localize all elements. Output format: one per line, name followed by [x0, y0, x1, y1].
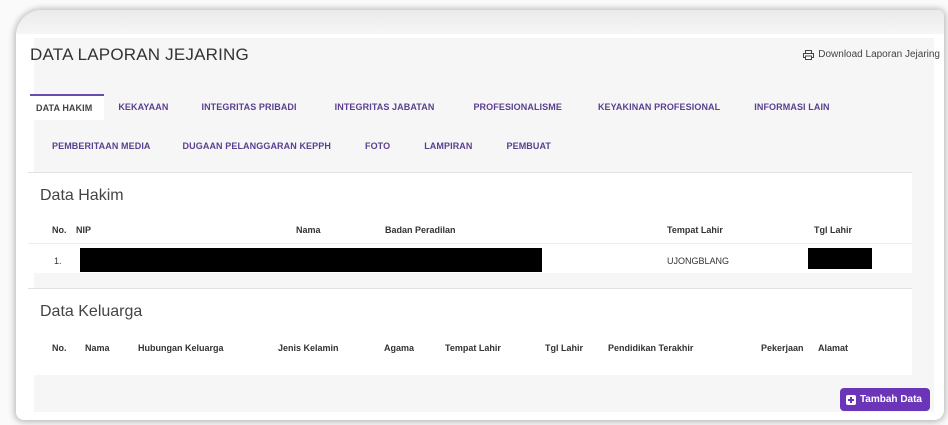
- table-row: 1. UJONGBLANG: [28, 243, 912, 274]
- tab-integritas-pribadi[interactable]: INTEGRITAS PRIBADI: [201, 102, 296, 112]
- add-data-label: Tambah Data: [859, 394, 922, 405]
- tab-informasi-lain[interactable]: INFORMASI LAIN: [754, 102, 829, 112]
- tab-lampiran[interactable]: LAMPIRAN: [424, 141, 472, 151]
- col-agama: Agama: [384, 343, 415, 353]
- plus-square-icon: [845, 394, 856, 405]
- col-tgl-lahir: Tgl Lahir: [814, 225, 852, 235]
- col-nama: Nama: [85, 343, 110, 353]
- col-no: No.: [52, 225, 67, 235]
- col-pekerjaan: Pekerjaan: [761, 343, 804, 353]
- col-badan-peradilan: Badan Peradilan: [385, 225, 456, 235]
- col-no: No.: [52, 343, 67, 353]
- page-title: DATA LAPORAN JEJARING: [30, 45, 249, 64]
- data-keluarga-title: Data Keluarga: [40, 303, 143, 320]
- tab-keyakinan-profesional[interactable]: KEYAKINAN PROFESIONAL: [598, 102, 720, 112]
- col-nip: NIP: [76, 225, 92, 235]
- tab-pemberitaan-media[interactable]: PEMBERITAAN MEDIA: [52, 141, 151, 151]
- printer-icon: [803, 49, 815, 60]
- col-pendidikan-terakhir: Pendidikan Terakhir: [608, 343, 694, 353]
- window-top-bar: [16, 10, 944, 34]
- data-keluarga-panel: Data Keluarga No. Nama Hubungan Keluarga…: [28, 288, 912, 375]
- row-tempat-lahir: UJONGBLANG: [667, 256, 730, 266]
- col-alamat: Alamat: [818, 343, 849, 353]
- data-hakim-panel: Data Hakim No. NIP Nama Badan Peradilan …: [28, 172, 912, 273]
- tab-pembuat[interactable]: PEMBUAT: [507, 141, 552, 151]
- tabs-row-1: DATA HAKIM KEKAYAAN INTEGRITAS PRIBADI I…: [30, 94, 830, 120]
- tab-dugaan-pelanggaran-kepph[interactable]: DUGAAN PELANGGARAN KEPPH: [183, 141, 331, 151]
- add-data-button[interactable]: Tambah Data: [839, 388, 930, 411]
- tab-kekayaan[interactable]: KEKAYAAN: [118, 102, 168, 112]
- tab-foto[interactable]: FOTO: [365, 141, 390, 151]
- row-no: 1.: [54, 256, 62, 266]
- download-label: Download Laporan Jejaring: [818, 49, 940, 60]
- redacted-identity-block: [80, 248, 542, 272]
- tab-profesionalisme[interactable]: PROFESIONALISME: [473, 102, 562, 112]
- tab-integritas-jabatan[interactable]: INTEGRITAS JABATAN: [335, 102, 435, 112]
- tab-data-hakim[interactable]: DATA HAKIM: [30, 94, 105, 120]
- col-tgl-lahir: Tgl Lahir: [545, 343, 583, 353]
- col-tempat-lahir: Tempat Lahir: [667, 225, 723, 235]
- col-jenis-kelamin: Jenis Kelamin: [278, 343, 339, 353]
- col-tempat-lahir: Tempat Lahir: [445, 343, 501, 353]
- data-hakim-title: Data Hakim: [40, 187, 124, 204]
- redacted-birthdate: [808, 248, 872, 269]
- col-hubungan-keluarga: Hubungan Keluarga: [138, 343, 224, 353]
- download-report-link[interactable]: Download Laporan Jejaring: [803, 49, 940, 60]
- tabs-row-2: PEMBERITAAN MEDIA DUGAAN PELANGGARAN KEP…: [52, 141, 551, 151]
- col-nama: Nama: [296, 225, 321, 235]
